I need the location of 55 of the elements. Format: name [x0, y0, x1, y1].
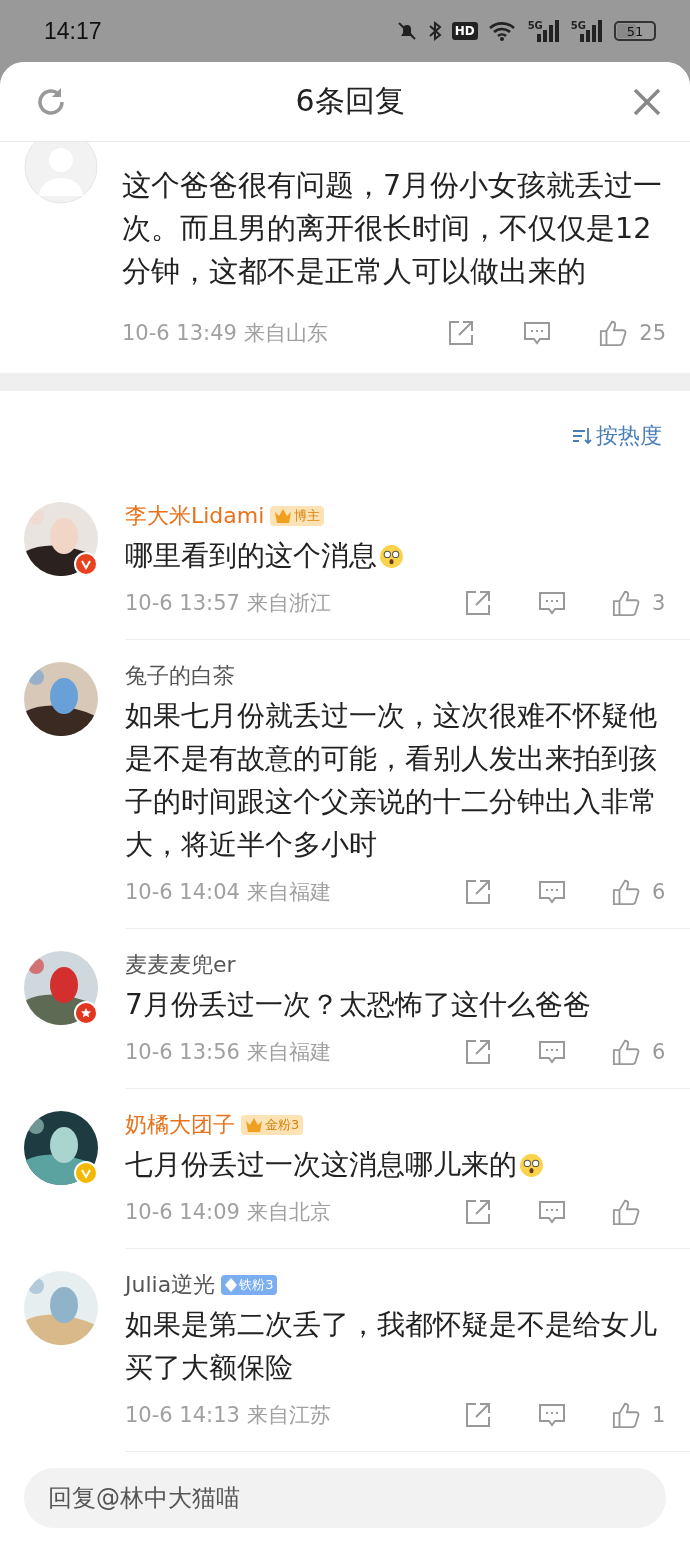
user-name[interactable]: 兔子的白茶	[125, 661, 235, 691]
user-name[interactable]: 李大米Lidami	[125, 501, 265, 531]
like-button[interactable]: 1	[612, 1401, 666, 1429]
fan-badge: 铁粉3	[221, 1275, 278, 1295]
comment-icon[interactable]	[538, 1038, 566, 1066]
thumbs-up-icon	[612, 878, 640, 906]
user-name[interactable]: Julia逆光	[125, 1270, 216, 1300]
comment-icon[interactable]	[538, 1198, 566, 1226]
like-button[interactable]: 6	[612, 878, 666, 906]
thumbs-up-icon	[599, 319, 628, 347]
bluetooth-icon	[427, 20, 442, 42]
comment-text: 哪里看到的这个消息	[125, 539, 377, 572]
share-icon[interactable]	[464, 1401, 492, 1429]
user-name[interactable]: 麦麦麦兜er	[125, 950, 236, 980]
comment-meta: 10-6 14:04 来自福建	[125, 879, 331, 906]
reply-field[interactable]: 回复@林中大猫喵	[24, 1468, 666, 1528]
like-button[interactable]: 6	[612, 1038, 666, 1066]
sheet-title: 6条回复	[295, 82, 405, 120]
fan-badge: 金粉3	[241, 1115, 304, 1135]
comment-meta: 10-6 13:57 来自浙江	[125, 590, 331, 617]
signal-indicator: 5G	[527, 20, 561, 42]
share-icon[interactable]	[464, 878, 492, 906]
like-button[interactable]: 3	[612, 589, 666, 617]
status-time: 14:17	[44, 17, 102, 45]
sort-icon	[572, 427, 592, 445]
comment-text: 这个爸爸很有问题，7月份小女孩就丢过一次。而且男的离开很长时间，不仅仅是12分钟，这都不是正常人可以做出来的	[122, 168, 664, 290]
comment-meta: 10-6 14:13 来自江苏	[125, 1402, 331, 1429]
battery-indicator: 51	[614, 21, 656, 41]
comment-text: 七月份丢过一次这消息哪儿来的	[125, 1148, 517, 1181]
sort-button[interactable]: 按热度	[572, 421, 662, 451]
signal-indicator: 5G	[570, 20, 604, 42]
close-icon[interactable]	[632, 86, 662, 117]
thumbs-up-icon	[612, 1401, 640, 1429]
share-icon[interactable]	[464, 1198, 492, 1226]
comment-meta: 10-6 14:09 来自北京	[125, 1199, 331, 1226]
fan-badge: 博主	[270, 506, 325, 526]
bell-off-icon	[395, 20, 418, 42]
comment-icon[interactable]	[523, 319, 552, 347]
comment-icon[interactable]	[538, 1401, 566, 1429]
share-icon[interactable]	[464, 1038, 492, 1066]
comment-text: 如果七月份就丢过一次，这次很难不怀疑他是不是有故意的可能，看别人发出来拍到孩子的时间跟这个父亲说的十二分钟出入非常大，将近半个多小时	[125, 699, 657, 861]
thumbs-up-icon	[612, 1038, 640, 1066]
comment-text: 如果是第二次丢了，我都怀疑是不是给女儿买了大额保险	[125, 1308, 657, 1384]
comment-icon[interactable]	[538, 589, 566, 617]
share-icon[interactable]	[464, 589, 492, 617]
thumbs-up-icon	[612, 1198, 640, 1226]
comment-icon[interactable]	[538, 878, 566, 906]
comment-text: 7月份丢过一次？太恐怖了这什么爸爸	[125, 988, 591, 1021]
comment-meta: 10-6 13:56 来自福建	[125, 1039, 331, 1066]
hd-badge: HD	[451, 22, 478, 40]
user-name[interactable]: 奶橘大团子	[125, 1110, 235, 1140]
comment-meta: 10-6 13:49 来自山东	[122, 320, 328, 347]
share-icon[interactable]	[447, 319, 476, 347]
like-button[interactable]: 25	[599, 319, 666, 347]
thumbs-up-icon	[612, 589, 640, 617]
